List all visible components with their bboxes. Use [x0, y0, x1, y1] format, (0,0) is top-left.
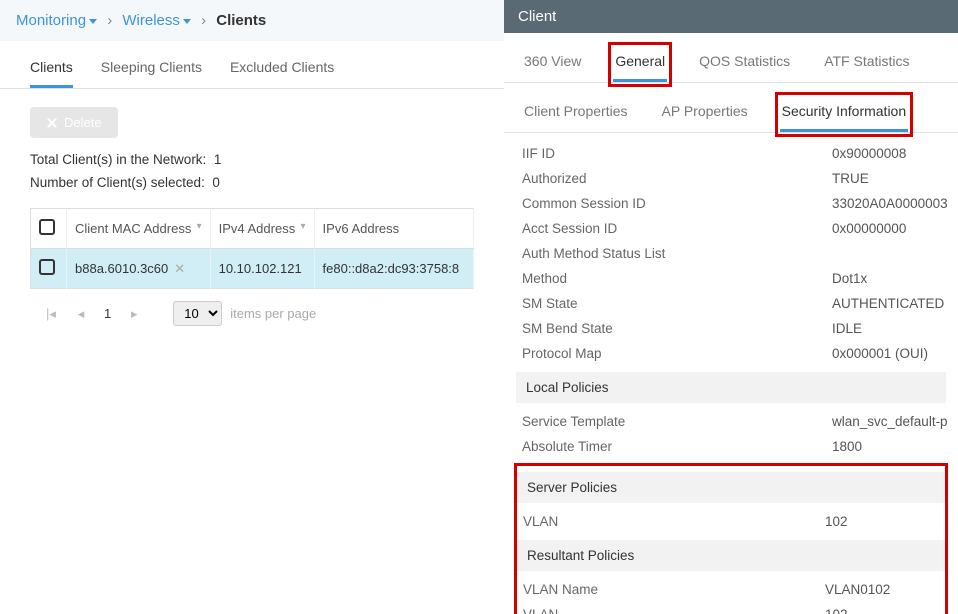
panel-sub-tabs: Client Properties AP Properties Security… [504, 83, 958, 133]
label-protocol-map: Protocol Map [522, 346, 832, 361]
col-mac[interactable]: Client MAC Address▾ [67, 209, 211, 249]
row-checkbox[interactable] [39, 259, 55, 275]
label-service-template: Service Template [522, 414, 832, 429]
breadcrumb-sep: › [201, 12, 206, 29]
wrench-icon[interactable]: ✕ [174, 261, 185, 276]
total-clients-stat: Total Client(s) in the Network: 1 [30, 152, 474, 167]
label-vlan-name: VLAN Name [523, 582, 825, 597]
col-ipv4[interactable]: IPv4 Address▾ [210, 209, 314, 249]
label-common-session-id: Common Session ID [522, 196, 832, 211]
label-method: Method [522, 271, 832, 286]
breadcrumb-sep: › [107, 12, 112, 29]
value-absolute-timer: 1800 [832, 439, 862, 454]
tab-general[interactable]: General [613, 47, 667, 82]
section-local-policies: Local Policies [516, 372, 946, 403]
value-authorized: TRUE [832, 171, 869, 186]
pager-next[interactable]: ▸ [123, 303, 145, 325]
label-authorized: Authorized [522, 171, 832, 186]
tab-sleeping-clients[interactable]: Sleeping Clients [101, 59, 202, 88]
label-server-vlan: VLAN [523, 514, 825, 529]
cell-ipv4: 10.10.102.121 [210, 249, 314, 289]
close-icon [46, 117, 58, 129]
subtab-security-information[interactable]: Security Information [780, 97, 909, 132]
pager-prev[interactable]: ◂ [70, 303, 92, 325]
delete-label: Delete [64, 115, 102, 130]
chevron-down-icon: ▾ [301, 221, 306, 232]
section-resultant-policies: Resultant Policies [517, 540, 945, 571]
selected-clients-stat: Number of Client(s) selected: 0 [30, 175, 474, 190]
value-acct-session-id: 0x00000000 [832, 221, 906, 236]
breadcrumb-current: Clients [216, 12, 266, 29]
clients-table: Client MAC Address▾ IPv4 Address▾ IPv6 A… [30, 208, 474, 289]
label-absolute-timer: Absolute Timer [522, 439, 832, 454]
pager: |◂ ◂ 1 ▸ 10 items per page [30, 289, 474, 326]
value-common-session-id: 33020A0A0000003 [832, 196, 948, 211]
value-sm-state: AUTHENTICATED [832, 296, 944, 311]
tab-360-view[interactable]: 360 View [522, 47, 583, 82]
tab-excluded-clients[interactable]: Excluded Clients [230, 59, 334, 88]
tab-clients[interactable]: Clients [30, 59, 73, 88]
label-acct-session-id: Acct Session ID [522, 221, 832, 236]
value-result-vlan: 102 [825, 607, 848, 614]
cell-ipv6: fe80::d8a2:dc93:3758:8 [314, 249, 473, 289]
label-sm-bend-state: SM Bend State [522, 321, 832, 336]
pager-first[interactable]: |◂ [40, 303, 62, 325]
cell-mac: b88a.6010.3c60 [75, 261, 168, 276]
table-row[interactable]: b88a.6010.3c60 ✕ 10.10.102.121 fe80::d8a2… [31, 249, 474, 289]
value-vlan-name: VLAN0102 [825, 582, 890, 597]
value-service-template: wlan_svc_default-p [832, 414, 948, 429]
pager-current: 1 [100, 306, 115, 321]
value-server-vlan: 102 [825, 514, 848, 529]
label-result-vlan: VLAN [523, 607, 825, 614]
breadcrumb-wireless[interactable]: Wireless [122, 12, 191, 29]
col-ipv6[interactable]: IPv6 Address [314, 209, 473, 249]
highlighted-policies-block: Server Policies VLAN102 Resultant Polici… [514, 463, 948, 614]
delete-button[interactable]: Delete [30, 107, 118, 138]
subtab-client-properties[interactable]: Client Properties [522, 97, 630, 132]
tab-qos-statistics[interactable]: QOS Statistics [697, 47, 792, 82]
items-per-page-label: items per page [230, 306, 316, 321]
page-size-select[interactable]: 10 [173, 301, 222, 326]
breadcrumb-monitoring[interactable]: Monitoring [16, 12, 97, 29]
panel-top-tabs: 360 View General QOS Statistics ATF Stat… [504, 33, 958, 83]
label-iif-id: IIF ID [522, 146, 832, 161]
tab-atf-statistics[interactable]: ATF Statistics [822, 47, 911, 82]
value-sm-bend-state: IDLE [832, 321, 862, 336]
label-auth-method-status: Auth Method Status List [522, 246, 832, 261]
value-iif-id: 0x90000008 [832, 146, 906, 161]
breadcrumb: Monitoring › Wireless › Clients [0, 0, 504, 41]
chevron-down-icon [89, 19, 97, 24]
security-details: IIF ID0x90000008 AuthorizedTRUE Common S… [504, 133, 958, 614]
chevron-down-icon [183, 19, 191, 24]
left-tabs: Clients Sleeping Clients Excluded Client… [0, 41, 504, 89]
section-server-policies: Server Policies [517, 472, 945, 503]
label-sm-state: SM State [522, 296, 832, 311]
select-all-checkbox[interactable] [39, 219, 55, 235]
chevron-down-icon: ▾ [197, 221, 202, 232]
panel-title: Client [504, 0, 958, 33]
value-protocol-map: 0x000001 (OUI) [832, 346, 928, 361]
value-method: Dot1x [832, 271, 867, 286]
subtab-ap-properties[interactable]: AP Properties [660, 97, 750, 132]
